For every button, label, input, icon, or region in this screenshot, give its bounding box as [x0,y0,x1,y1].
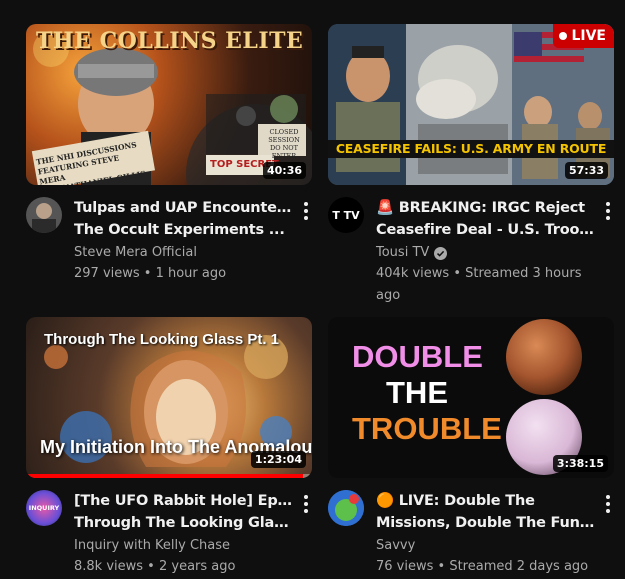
avatar-1-art [26,197,62,233]
channel-name-3[interactable]: Inquiry with Kelly Chase [74,536,296,556]
more-options-icon[interactable] [300,492,312,516]
channel-avatar-2[interactable]: T TV [328,197,364,233]
thumbnail-1-sign: CLOSED SESSION DO NOT ENTER [268,128,300,160]
live-badge: LIVE [553,24,614,48]
video-thumbnail-1[interactable]: THE COLLINS ELITE THE NHI DISCUSSIONS FE… [26,24,312,185]
avatar-3-text: INQUIRY [28,504,60,512]
video-stats-2: 404k views • Streamed 3 hours ago [376,266,582,303]
video-duration-2: 57:33 [564,162,608,179]
video-title-3[interactable]: [The UFO Rabbit Hole] Ep 35: Through The… [74,490,296,534]
channel-avatar-3[interactable]: INQUIRY [26,490,62,526]
video-title-4[interactable]: 🟠 LIVE: Double The Missions, Double The … [376,490,598,534]
orange-circle-icon: 🟠 [376,493,394,509]
more-options-icon[interactable] [602,199,614,223]
video-stats-1: 297 views • 1 hour ago [74,266,227,281]
channel-avatar-1[interactable] [26,197,62,233]
channel-avatar-4[interactable] [328,490,364,526]
thumbnail-1-title: THE COLLINS ELITE [36,28,304,54]
thumbnail-2-art [328,24,614,185]
video-title-1[interactable]: Tulpas and UAP Encounters: The Occult Ex… [74,197,296,241]
video-stats-3: 8.8k views • 2 years ago [74,559,236,574]
avatar-4-art [328,490,364,526]
thumbnail-2-banner: CEASEFIRE FAILS: U.S. ARMY EN ROUTE [328,140,614,158]
video-thumbnail-2[interactable]: CEASEFIRE FAILS: U.S. ARMY EN ROUTE LIVE… [328,24,614,185]
more-options-icon[interactable] [300,199,312,223]
more-options-icon[interactable] [602,492,614,516]
live-dot-icon [559,32,568,40]
video-duration-1: 40:36 [262,162,306,179]
watch-progress-bar [26,474,304,478]
video-title-2[interactable]: 🚨 BREAKING: IRGC Reject Ceasefire Deal -… [376,197,598,241]
video-duration-4: 3:38:15 [552,455,608,472]
avatar-2-text: T TV [332,208,360,222]
video-stats-4: 76 views • Streamed 2 days ago [376,559,589,574]
video-thumbnail-4[interactable]: DOUBLE THE TROUBLE 3:38:15 [328,317,614,478]
channel-name-1[interactable]: Steve Mera Official [74,243,296,263]
verified-check-icon [434,246,448,260]
thumbnail-4-text: DOUBLE THE TROUBLE [352,339,502,446]
channel-name-2[interactable]: Tousi TV [376,243,598,263]
siren-icon: 🚨 [376,200,394,216]
thumbnail-3-top-text: Through The Looking Glass Pt. 1 [44,331,280,348]
video-thumbnail-3[interactable]: Through The Looking Glass Pt. 1 My Initi… [26,317,312,478]
video-duration-3: 1:23:04 [250,451,306,468]
channel-name-4[interactable]: Savvy [376,536,598,556]
